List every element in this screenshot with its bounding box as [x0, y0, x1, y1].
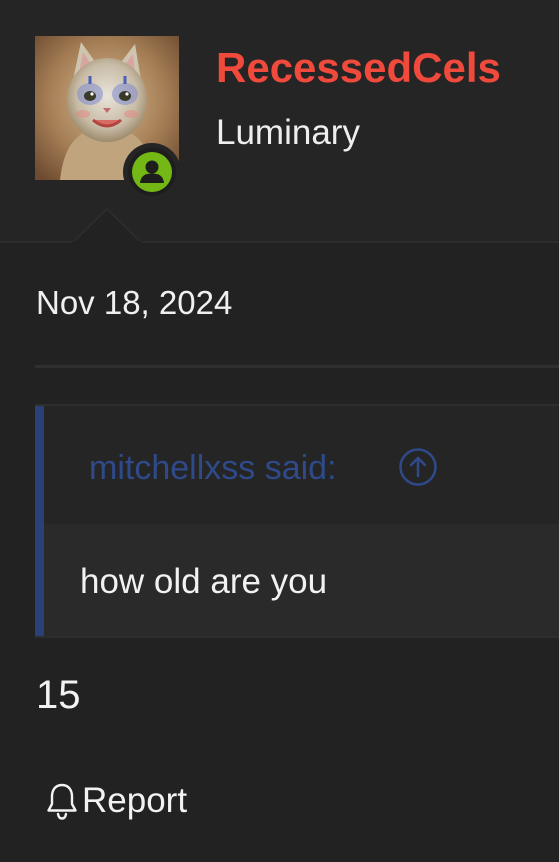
quote-block: mitchellxss said: how old are you: [35, 404, 559, 638]
arrow-up-circle-icon[interactable]: [398, 447, 438, 487]
user-online-icon: [132, 152, 172, 192]
user-title: Luminary: [216, 113, 360, 152]
username-link[interactable]: RecessedCels: [216, 42, 501, 94]
quote-content: how old are you: [44, 524, 559, 636]
quote-header: mitchellxss said:: [44, 406, 559, 524]
quote-text: how old are you: [80, 562, 328, 601]
post-divider: [35, 365, 559, 368]
post-date[interactable]: Nov 18, 2024: [36, 281, 232, 325]
post-page: RecessedCels Luminary Nov 18, 2024 mitch…: [0, 0, 559, 862]
quote-author-link[interactable]: mitchellxss said:: [89, 446, 337, 490]
quote-accent-bar: [35, 406, 44, 636]
post-message: 15: [36, 673, 81, 717]
report-button[interactable]: Report: [44, 778, 187, 824]
bell-icon: [47, 783, 77, 820]
post-user-header: RecessedCels Luminary: [0, 0, 559, 244]
report-label: Report: [82, 781, 188, 820]
online-status-badge: [123, 143, 181, 201]
